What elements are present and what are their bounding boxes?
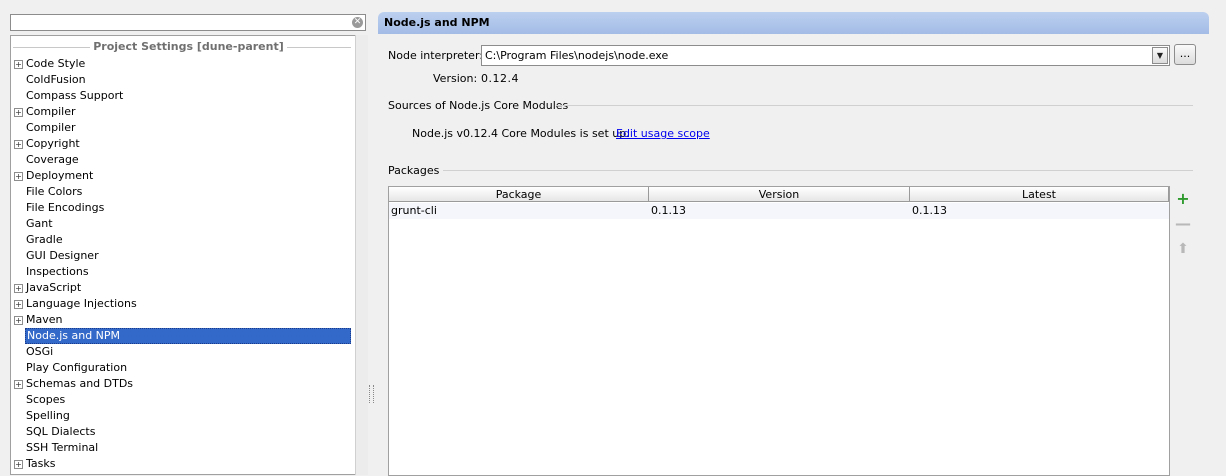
tree-list: + Code Style ColdFusion Compass Support + Com…	[11, 56, 366, 472]
tree-item-label: GUI Designer	[26, 249, 99, 262]
core-modules-status: Node.js v0.12.4 Core Modules is set up.	[412, 127, 630, 140]
tree-item[interactable]: Gradle	[11, 232, 366, 248]
tree-scrollbar[interactable]	[355, 35, 368, 475]
tree-item[interactable]: OSGi	[11, 344, 366, 360]
tree-item[interactable]: Inspections	[11, 264, 366, 280]
expand-icon[interactable]: +	[14, 300, 23, 309]
table-row[interactable]: grunt-cli 0.1.13 0.1.13	[389, 203, 1169, 219]
arrow-up-icon: ⬆	[1177, 241, 1189, 257]
tree-item[interactable]: GUI Designer	[11, 248, 366, 264]
tree-item-label: Gant	[26, 217, 53, 230]
section-divider	[556, 105, 1193, 106]
tree-item-label: File Colors	[26, 185, 83, 198]
splitter-handle[interactable]	[369, 385, 374, 403]
tree-item-label: Node.js and NPM	[25, 328, 351, 344]
chevron-down-icon[interactable]: ▼	[1152, 47, 1168, 64]
tree-item[interactable]: SSH Terminal	[11, 440, 366, 456]
tree-item-label: File Encodings	[26, 201, 105, 214]
tree-item[interactable]: + Code Style	[11, 56, 366, 72]
tree-item-label: ColdFusion	[26, 73, 86, 86]
edit-usage-scope-link[interactable]: Edit usage scope	[616, 127, 710, 140]
packages-title: Packages	[388, 164, 440, 177]
expand-icon[interactable]: +	[14, 172, 23, 181]
tree-item-label: Scopes	[26, 393, 66, 406]
minus-icon: —	[1175, 214, 1191, 233]
tree-item[interactable]: + Tasks	[11, 456, 366, 472]
tree-item[interactable]: Gant	[11, 216, 366, 232]
plus-icon[interactable]: +	[1175, 191, 1191, 207]
tree-item[interactable]: Spelling	[11, 408, 366, 424]
tree-item-label: Compiler	[26, 121, 76, 134]
tree-item-label: Language Injections	[26, 297, 137, 310]
settings-tree: Project Settings [dune-parent] + Code Sty…	[10, 35, 367, 475]
section-divider	[443, 170, 1193, 171]
tree-item-label: JavaScript	[26, 281, 82, 294]
tree-item[interactable]: + Deployment	[11, 168, 366, 184]
interpreter-label: Node interpreter:	[388, 49, 483, 62]
tree-item[interactable]: Compiler	[11, 120, 366, 136]
tree-item-label: SSH Terminal	[26, 441, 99, 454]
tree-item-label: Schemas and DTDs	[26, 377, 134, 390]
core-modules-title: Sources of Node.js Core Modules	[388, 99, 569, 112]
browse-button[interactable]: ...	[1174, 44, 1196, 65]
tree-item[interactable]: Coverage	[11, 152, 366, 168]
settings-search-input[interactable]: ✕	[10, 14, 366, 31]
cell-version: 0.1.13	[651, 204, 686, 217]
tree-item-label: Code Style	[26, 57, 86, 70]
tree-item-label: SQL Dialects	[26, 425, 96, 438]
tree-item[interactable]: Node.js and NPM	[11, 328, 366, 344]
tree-item-label: Play Configuration	[26, 361, 128, 374]
tree-item[interactable]: ColdFusion	[11, 72, 366, 88]
cell-latest: 0.1.13	[912, 204, 947, 217]
expand-icon[interactable]: +	[14, 60, 23, 69]
tree-item[interactable]: File Colors	[11, 184, 366, 200]
tree-item[interactable]: + Compiler	[11, 104, 366, 120]
tree-item[interactable]: File Encodings	[11, 200, 366, 216]
tree-item[interactable]: Scopes	[11, 392, 366, 408]
expand-icon[interactable]: +	[14, 380, 23, 389]
clear-icon[interactable]: ✕	[352, 17, 363, 28]
tree-item-label: Spelling	[26, 409, 70, 422]
tree-item[interactable]: + JavaScript	[11, 280, 366, 296]
tree-item[interactable]: SQL Dialects	[11, 424, 366, 440]
tree-item-label: Copyright	[26, 137, 80, 150]
column-header-latest[interactable]: Latest	[910, 187, 1169, 202]
tree-item-label: Compass Support	[26, 89, 124, 102]
tree-item-label: Deployment	[26, 169, 94, 182]
cell-package: grunt-cli	[391, 204, 437, 217]
version-label: Version:	[433, 72, 478, 85]
page-title: Node.js and NPM	[378, 12, 1209, 34]
tree-item-label: Maven	[26, 313, 63, 326]
column-header-version[interactable]: Version	[649, 187, 910, 202]
expand-icon[interactable]: +	[14, 284, 23, 293]
interpreter-value: C:\Program Files\nodejs\node.exe	[485, 49, 669, 62]
tree-header: Project Settings [dune-parent]	[11, 40, 366, 54]
tree-item-label: OSGi	[26, 345, 54, 358]
tree-item-label: Compiler	[26, 105, 76, 118]
tree-item[interactable]: Play Configuration	[11, 360, 366, 376]
tree-header-label: Project Settings [dune-parent]	[90, 40, 287, 53]
tree-item[interactable]: + Maven	[11, 312, 366, 328]
packages-table: Package Version Latest grunt-cli 0.1.13 0.…	[388, 186, 1170, 476]
tree-item[interactable]: Compass Support	[11, 88, 366, 104]
expand-icon[interactable]: +	[14, 108, 23, 117]
tree-item-label: Tasks	[26, 457, 56, 470]
interpreter-combobox[interactable]: C:\Program Files\nodejs\node.exe ▼	[481, 45, 1170, 66]
tree-item-label: Coverage	[26, 153, 79, 166]
tree-item[interactable]: + Copyright	[11, 136, 366, 152]
tree-item[interactable]: + Language Injections	[11, 296, 366, 312]
tree-item[interactable]: + Schemas and DTDs	[11, 376, 366, 392]
tree-item-label: Inspections	[26, 265, 89, 278]
tree-item-label: Gradle	[26, 233, 63, 246]
version-value: 0.12.4	[481, 72, 519, 85]
expand-icon[interactable]: +	[14, 316, 23, 325]
column-header-package[interactable]: Package	[389, 187, 649, 202]
expand-icon[interactable]: +	[14, 140, 23, 149]
